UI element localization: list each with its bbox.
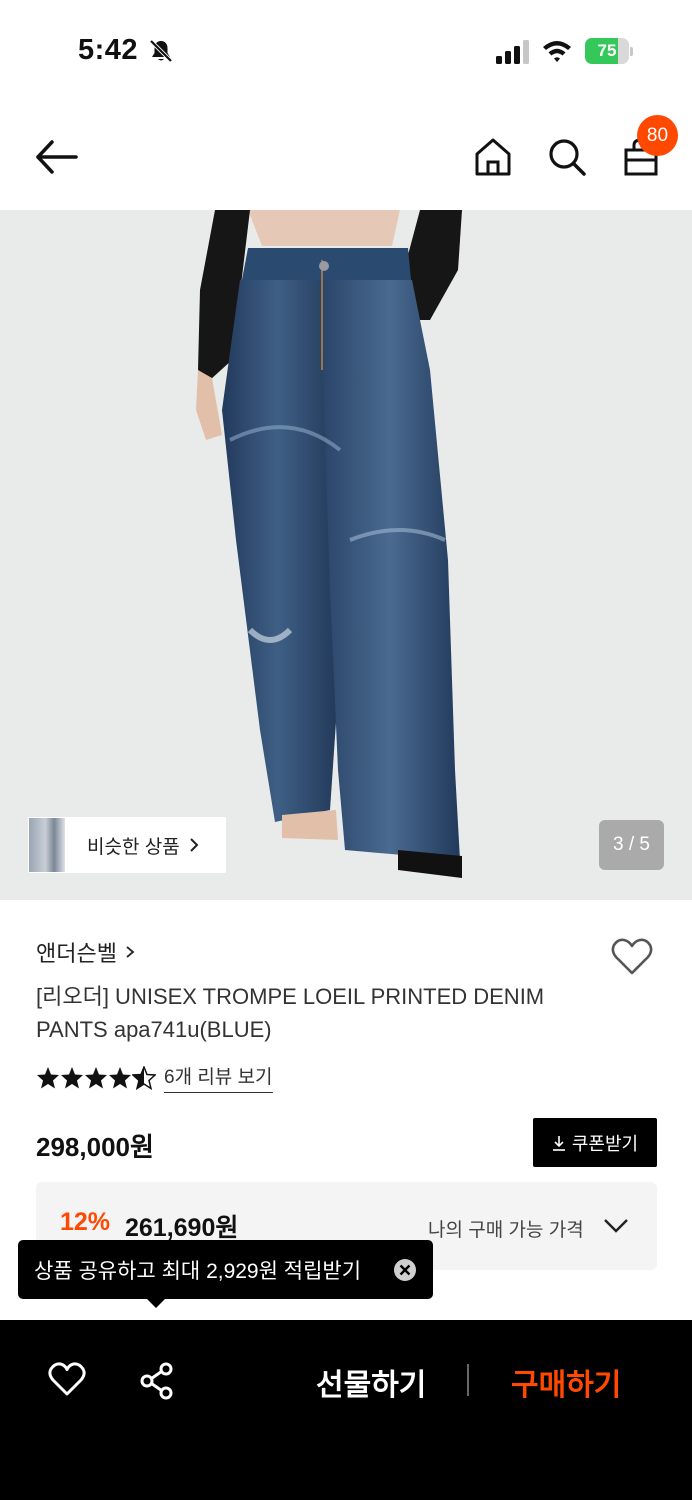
close-icon[interactable] xyxy=(393,1258,417,1282)
star-icon xyxy=(61,1066,83,1088)
bottom-action-bar: 선물하기 구매하기 xyxy=(0,1320,692,1500)
coupon-label: 쿠폰받기 xyxy=(571,1133,639,1154)
review-link[interactable]: 6개 리뷰 보기 xyxy=(164,1062,273,1093)
similar-products-label: 비슷한 상품 xyxy=(87,836,180,858)
tooltip-tail xyxy=(146,1298,166,1308)
coupon-button[interactable]: 쿠폰받기 xyxy=(533,1118,657,1167)
chevron-down-icon[interactable] xyxy=(603,1217,629,1235)
brand-link[interactable]: 앤더슨벨 xyxy=(36,936,135,968)
buy-button[interactable]: 구매하기 xyxy=(511,1360,621,1404)
battery-percent: 75 xyxy=(597,41,617,60)
heart-icon[interactable] xyxy=(47,1362,87,1398)
image-page-counter: 3 / 5 xyxy=(599,820,664,870)
discount-price: 261,690원 xyxy=(125,1214,239,1242)
gift-button[interactable]: 선물하기 xyxy=(316,1360,426,1404)
tooltip-text: 상품 공유하고 최대 2,929원 적립받기 xyxy=(34,1259,362,1283)
status-bar: 5:42 75 xyxy=(0,0,692,100)
chevron-right-icon xyxy=(126,946,135,958)
search-icon[interactable] xyxy=(546,136,588,178)
back-arrow-icon[interactable] xyxy=(30,136,82,178)
brand-name: 앤더슨벨 xyxy=(36,941,117,966)
divider xyxy=(467,1364,469,1396)
heart-icon[interactable] xyxy=(610,937,654,977)
chevron-right-icon xyxy=(189,838,199,852)
status-time: 5:42 xyxy=(78,34,139,66)
original-price: 298,000원 xyxy=(36,1132,154,1162)
cellular-signal-icon xyxy=(496,40,529,64)
star-icon xyxy=(85,1066,107,1088)
star-icon xyxy=(109,1066,131,1088)
share-icon[interactable] xyxy=(139,1362,175,1400)
cart-count-badge: 80 xyxy=(637,115,678,156)
similar-products-button[interactable]: 비슷한 상품 xyxy=(28,817,226,873)
wifi-icon xyxy=(543,41,571,62)
product-title: [리오더] UNISEX TROMPE LOEIL PRINTED DENIM … xyxy=(36,984,545,1042)
share-reward-tooltip: 상품 공유하고 최대 2,929원 적립받기 xyxy=(18,1240,433,1299)
battery-charging-icon: 75 xyxy=(585,38,633,64)
star-half-icon xyxy=(132,1065,156,1090)
download-icon xyxy=(552,1135,565,1151)
similar-product-thumbnail xyxy=(29,818,65,872)
star-icon xyxy=(37,1066,59,1088)
bell-off-icon xyxy=(149,39,173,63)
top-nav: 80 xyxy=(0,100,692,210)
home-icon[interactable] xyxy=(472,136,514,178)
rating-row: 6개 리뷰 보기 xyxy=(36,1062,273,1093)
discount-rate: 12% xyxy=(60,1208,111,1236)
product-image[interactable] xyxy=(0,210,692,900)
my-price-label: 나의 구매 가능 가격 xyxy=(428,1220,584,1241)
